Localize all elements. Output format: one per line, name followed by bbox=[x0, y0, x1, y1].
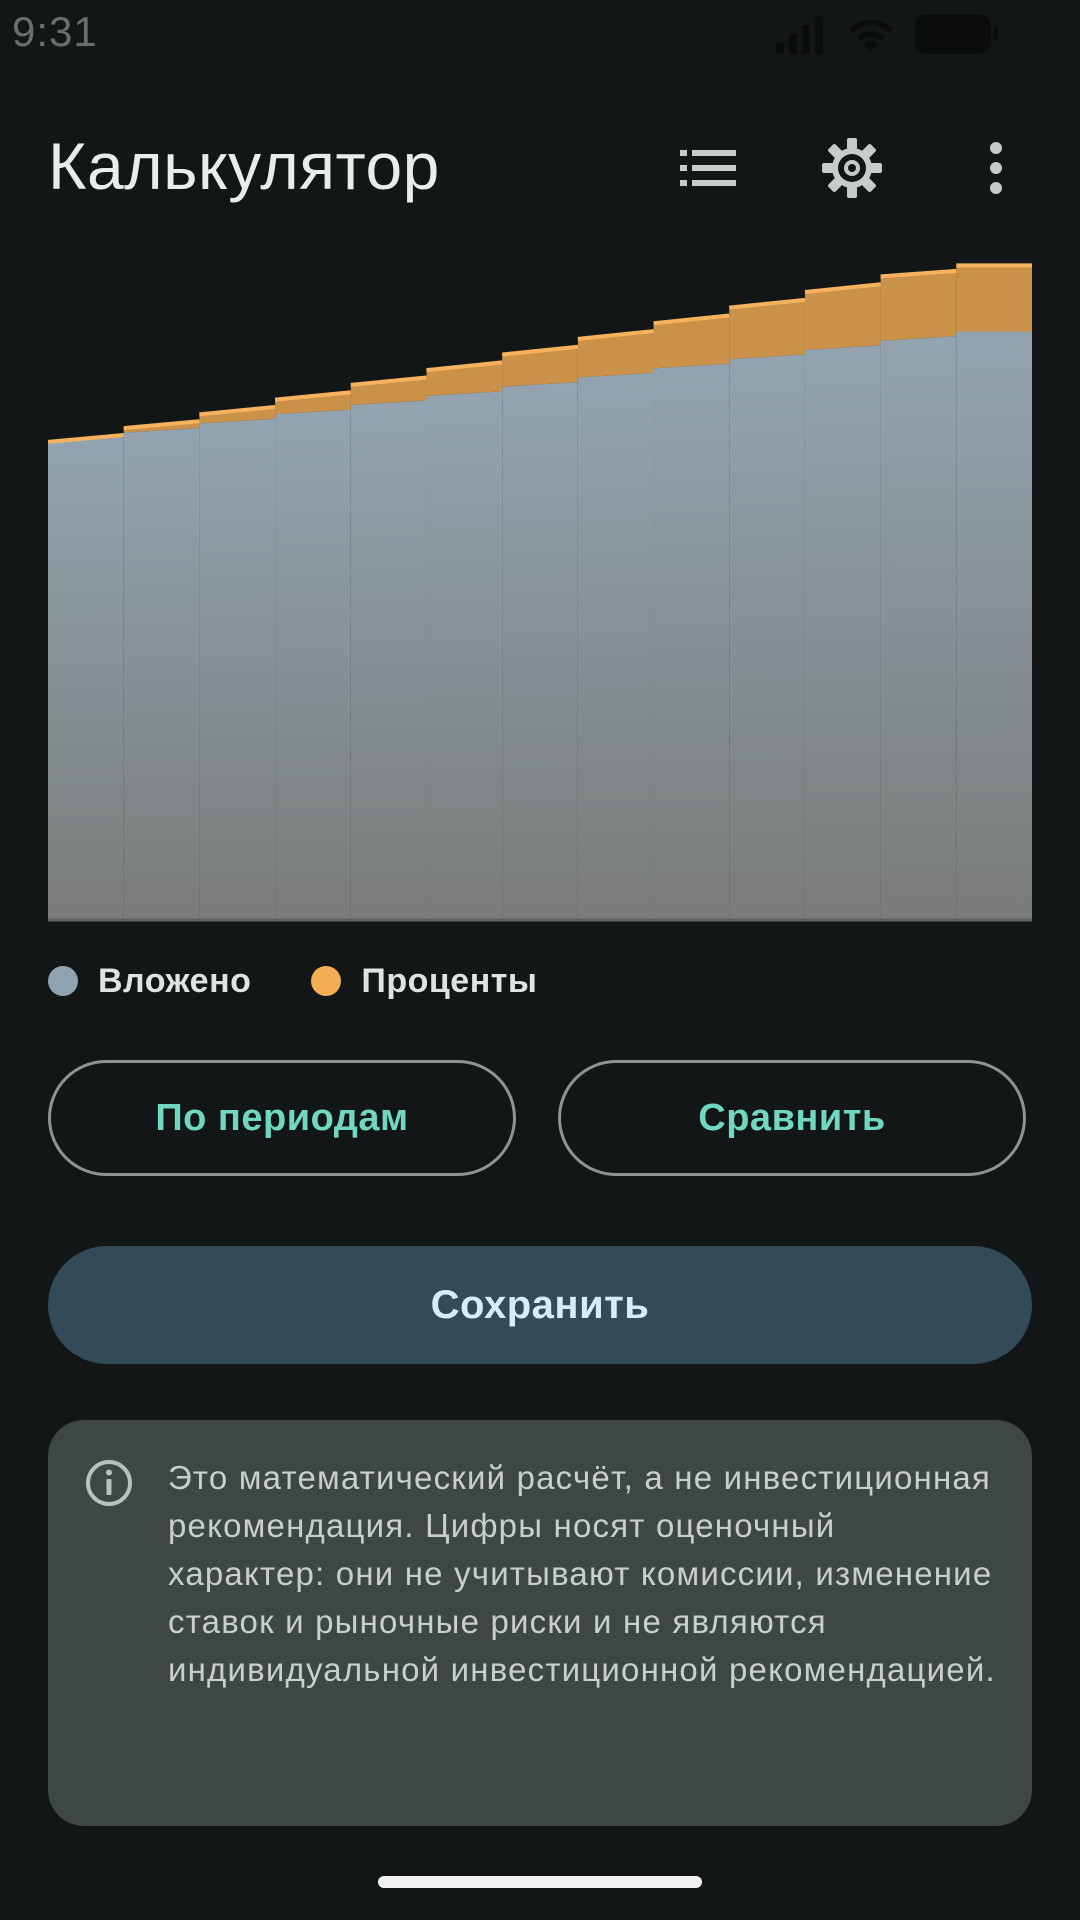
growth-chart bbox=[48, 258, 1032, 922]
battery-icon bbox=[914, 12, 1000, 61]
signal-icon bbox=[774, 14, 828, 59]
page-title: Калькулятор bbox=[48, 129, 440, 203]
legend-item-interest: Проценты bbox=[311, 962, 537, 1001]
legend-dot-interest bbox=[311, 966, 342, 996]
home-indicator[interactable] bbox=[378, 1876, 702, 1888]
chart-area-invested-segment bbox=[729, 354, 805, 921]
chart-area-invested-segment bbox=[275, 409, 351, 920]
save-label: Сохранить bbox=[430, 1282, 650, 1327]
status-icons bbox=[774, 12, 1000, 60]
info-icon bbox=[86, 1460, 132, 1506]
disclaimer-card: Это математический расчёт, а не инвестиц… bbox=[48, 1420, 1032, 1826]
disclaimer-text: Это математический расчёт, а не инвестиц… bbox=[168, 1459, 996, 1688]
chart-area-invested-segment bbox=[199, 418, 276, 920]
chart-area-invested-segment bbox=[350, 400, 427, 920]
chart-svg bbox=[48, 263, 1032, 922]
app-bar: Калькулятор bbox=[0, 110, 1080, 220]
chart-area-invested-segment bbox=[653, 363, 730, 921]
chart-area-interest-segment bbox=[729, 299, 805, 360]
chart-area-invested-segment bbox=[123, 428, 200, 920]
status-time: 9:31 bbox=[12, 8, 98, 55]
chart-area-invested-segment bbox=[502, 382, 578, 920]
legend-item-invested: Вложено bbox=[48, 962, 251, 1001]
chart-legend: Вложено Проценты bbox=[48, 956, 597, 1006]
legend-dot-invested bbox=[48, 966, 78, 996]
chart-area-invested-segment bbox=[880, 336, 957, 920]
chart-area-invested-segment bbox=[426, 391, 503, 920]
more-options-button[interactable] bbox=[960, 132, 1032, 204]
chart-area-invested-segment bbox=[48, 437, 124, 920]
chart-area-interest-segment bbox=[956, 265, 1032, 332]
legend-label-interest: Проценты bbox=[361, 961, 538, 1000]
chart-area-invested-segment bbox=[956, 331, 1032, 920]
chart-area-invested-segment bbox=[577, 372, 654, 920]
more-vert-icon bbox=[990, 142, 1002, 194]
chart-area-invested-segment bbox=[804, 345, 881, 920]
save-button[interactable]: Сохранить bbox=[48, 1246, 1032, 1364]
compare-button[interactable]: Сравнить bbox=[558, 1060, 1026, 1176]
compare-label: Сравнить bbox=[698, 1096, 886, 1139]
gear-icon bbox=[822, 138, 882, 198]
by-periods-button[interactable]: По периодам bbox=[48, 1060, 516, 1176]
chart-area-interest-segment bbox=[880, 270, 957, 341]
list-icon bbox=[680, 150, 736, 186]
list-button[interactable] bbox=[672, 132, 744, 204]
legend-label-invested: Вложено bbox=[98, 961, 252, 1000]
settings-button[interactable] bbox=[816, 132, 888, 204]
chart-area-interest-segment bbox=[804, 284, 881, 350]
status-bar: 9:31 bbox=[0, 0, 1080, 72]
wifi-icon bbox=[846, 14, 896, 59]
by-periods-label: По периодам bbox=[155, 1096, 409, 1139]
